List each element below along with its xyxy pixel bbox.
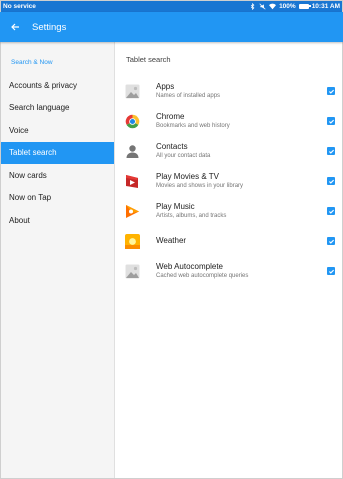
setting-row-contacts[interactable]: Contacts All your contact data	[116, 136, 343, 166]
back-arrow-icon	[11, 23, 19, 31]
contacts-icon	[125, 144, 140, 159]
sidebar-item-now-on-tap[interactable]: Now on Tap	[0, 187, 114, 210]
apps-checkbox[interactable]	[327, 87, 335, 95]
section-title: Tablet search	[126, 55, 171, 64]
wifi-icon	[269, 3, 277, 9]
check-icon	[328, 89, 334, 94]
row-title: Weather	[156, 236, 187, 245]
row-subtitle: Bookmarks and web history	[156, 122, 230, 129]
sidebar: Search & Now Accounts & privacy Search l…	[0, 42, 115, 479]
row-title: Web Autocomplete	[156, 261, 224, 271]
row-subtitle: All your contact data	[156, 152, 211, 159]
check-icon	[328, 209, 334, 214]
play-music-checkbox[interactable]	[327, 207, 335, 215]
check-icon	[328, 119, 334, 124]
row-title: Apps	[156, 81, 175, 91]
apps-icon	[125, 84, 140, 99]
row-title: Play Movies & TV	[156, 171, 219, 181]
weather-icon	[125, 233, 140, 249]
app-bar: Settings	[0, 12, 343, 42]
check-icon	[328, 239, 334, 244]
row-subtitle: Artists, albums, and tracks	[156, 212, 227, 219]
clock: 10:31 AM	[311, 2, 340, 10]
sidebar-item-accounts-privacy[interactable]: Accounts & privacy	[0, 74, 114, 97]
setting-row-web-autocomplete[interactable]: Web Autocomplete Cached web autocomplete…	[116, 256, 343, 286]
back-button[interactable]	[0, 12, 30, 42]
chrome-checkbox[interactable]	[327, 117, 335, 125]
setting-row-chrome[interactable]: Chrome Bookmarks and web history	[116, 106, 343, 136]
chrome-icon	[125, 114, 140, 129]
web-autocomplete-icon	[125, 264, 140, 279]
carrier-label: No service	[3, 2, 36, 10]
sidebar-item-search-language[interactable]: Search language	[0, 97, 114, 120]
play-music-icon	[125, 204, 140, 219]
battery-percent: 100%	[279, 2, 296, 10]
row-subtitle: Cached web autocomplete queries	[156, 272, 249, 279]
sidebar-item-voice[interactable]: Voice	[0, 119, 114, 142]
status-bar: No service 100% 10:31 AM	[0, 0, 343, 12]
play-movies-icon	[125, 174, 140, 189]
check-icon	[328, 149, 334, 154]
row-title: Contacts	[156, 141, 188, 151]
setting-row-play-music[interactable]: Play Music Artists, albums, and tracks	[116, 196, 343, 226]
sidebar-item-now-cards[interactable]: Now cards	[0, 164, 114, 187]
setting-row-apps[interactable]: Apps Names of installed apps	[116, 76, 343, 106]
sidebar-item-tablet-search[interactable]: Tablet search	[0, 141, 114, 164]
web-autocomplete-checkbox[interactable]	[327, 267, 335, 275]
row-title: Chrome	[156, 111, 185, 121]
page-title: Settings	[32, 21, 67, 33]
row-title: Play Music	[156, 201, 195, 211]
check-icon	[328, 269, 334, 274]
setting-row-weather[interactable]: Weather	[116, 226, 343, 256]
row-subtitle: Movies and shows in your library	[156, 182, 244, 189]
contacts-checkbox[interactable]	[327, 147, 335, 155]
weather-checkbox[interactable]	[327, 237, 335, 245]
main-content: Tablet search Apps Names of installed ap…	[116, 42, 343, 479]
sidebar-item-about[interactable]: About	[0, 209, 114, 232]
setting-row-play-movies[interactable]: Play Movies & TV Movies and shows in you…	[116, 166, 343, 196]
play-movies-checkbox[interactable]	[327, 177, 335, 185]
mute-icon	[259, 2, 266, 10]
sidebar-header: Search & Now	[11, 59, 53, 66]
bluetooth-icon	[250, 2, 255, 10]
row-subtitle: Names of installed apps	[156, 92, 221, 99]
check-icon	[328, 179, 334, 184]
battery-icon	[298, 3, 311, 9]
